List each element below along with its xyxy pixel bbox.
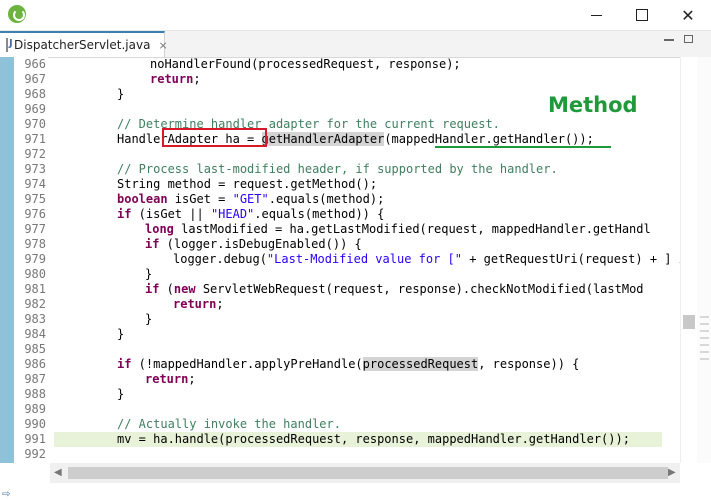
- title-bar: ✕: [0, 0, 711, 31]
- code-line[interactable]: }: [117, 327, 124, 342]
- minimize-button[interactable]: [573, 0, 619, 30]
- spring-leaf-icon: [8, 5, 26, 23]
- line-number: 968: [24, 87, 46, 101]
- horizontal-scrollbar[interactable]: ◀ ▶: [50, 463, 680, 483]
- overview-marker[interactable]: [700, 316, 709, 318]
- line-number: 967: [24, 72, 46, 86]
- code-line[interactable]: if (isGet || "HEAD".equals(method)) {: [117, 207, 384, 222]
- line-number: 975: [24, 192, 46, 206]
- type-highlight-box: [162, 128, 267, 147]
- code-line[interactable]: }: [117, 87, 124, 102]
- overview-marker[interactable]: [700, 323, 709, 325]
- code-line[interactable]: long lastModified = ha.getLastModified(r…: [145, 222, 651, 237]
- overview-marker[interactable]: [700, 337, 709, 339]
- maximize-button[interactable]: [619, 0, 665, 30]
- code-line[interactable]: return;: [173, 297, 224, 312]
- line-number: 977: [24, 222, 46, 236]
- overview-ruler[interactable]: [697, 57, 711, 463]
- minimize-icon: [590, 14, 602, 16]
- vertical-scroll-thumb[interactable]: [683, 315, 695, 329]
- vertical-scrollbar[interactable]: [680, 57, 697, 463]
- code-line[interactable]: mv = ha.handle(processedRequest, respons…: [117, 432, 630, 447]
- line-number: 966: [24, 57, 46, 71]
- code-line[interactable]: }: [145, 267, 152, 282]
- line-number: 976: [24, 207, 46, 221]
- code-line[interactable]: boolean isGet = "GET".equals(method);: [117, 192, 384, 207]
- code-line[interactable]: return;: [145, 372, 196, 387]
- overview-marker[interactable]: [700, 330, 709, 332]
- line-number: 969: [24, 102, 46, 116]
- line-number: 981: [24, 282, 46, 296]
- code-line[interactable]: String method = request.getMethod();: [117, 177, 377, 192]
- line-number: 989: [24, 402, 46, 416]
- code-line[interactable]: }: [145, 312, 152, 327]
- overview-marker[interactable]: [700, 344, 709, 346]
- line-number: 972: [24, 147, 46, 161]
- scroll-right-icon[interactable]: ▶: [668, 467, 676, 478]
- line-number: 970: [24, 117, 46, 131]
- code-area[interactable]: noHandlerFound(processedRequest, respons…: [50, 57, 680, 463]
- line-number: 983: [24, 312, 46, 326]
- line-number: 986: [24, 357, 46, 371]
- scroll-left-icon[interactable]: ◀: [54, 467, 62, 478]
- line-number: 987: [24, 372, 46, 386]
- line-number: 992: [24, 447, 46, 461]
- editor-tab-bar: DispatcherServlet.java ⨯: [0, 31, 711, 58]
- line-number: 982: [24, 297, 46, 311]
- code-line[interactable]: // Actually invoke the handler.: [117, 417, 341, 432]
- debug-pointer-icon: ⇨: [2, 489, 11, 500]
- annotation-ruler: [0, 57, 14, 463]
- panel-minimize-icon[interactable]: [664, 39, 674, 41]
- close-button[interactable]: ✕: [665, 0, 711, 30]
- overview-marker[interactable]: [700, 351, 709, 353]
- code-line[interactable]: }: [117, 387, 124, 402]
- method-underline: [435, 146, 611, 148]
- code-line[interactable]: // Process last-modified header, if supp…: [117, 162, 558, 177]
- line-number: 971: [24, 132, 46, 146]
- code-line[interactable]: if (logger.isDebugEnabled()) {: [145, 237, 362, 252]
- java-file-icon: [6, 38, 13, 52]
- code-editor[interactable]: 966 967 968 969 970 971 972 973 974 975 976 977 978 9…: [0, 57, 711, 500]
- code-line[interactable]: noHandlerFound(processedRequest, respons…: [150, 57, 461, 72]
- close-icon: ✕: [681, 5, 695, 25]
- line-number: 979: [24, 252, 46, 266]
- overview-marker[interactable]: [700, 358, 709, 360]
- method-annotation-label: Method: [548, 93, 638, 117]
- line-number: 978: [24, 237, 46, 251]
- line-number: 985: [24, 342, 46, 356]
- tab-dispatcherservlet[interactable]: DispatcherServlet.java ⨯: [0, 31, 168, 57]
- code-line[interactable]: if (new ServletWebRequest(request, respo…: [145, 282, 644, 297]
- tab-close-icon[interactable]: ⨯: [158, 39, 167, 52]
- line-number: 980: [24, 267, 46, 281]
- line-number: 990: [24, 417, 46, 431]
- code-line[interactable]: return;: [150, 72, 201, 87]
- horizontal-scroll-thumb[interactable]: [68, 467, 668, 479]
- code-line[interactable]: logger.debug("Last-Modified value for ["…: [173, 252, 680, 267]
- tab-label: DispatcherServlet.java: [14, 38, 151, 52]
- line-number: 973: [24, 162, 46, 176]
- line-numbers: 966 967 968 969 970 971 972 973 974 975 976 977 978 9…: [14, 57, 48, 463]
- line-number: 991: [24, 432, 46, 446]
- maximize-icon: [636, 9, 648, 21]
- panel-maximize-icon[interactable]: [684, 35, 693, 43]
- line-number: 988: [24, 387, 46, 401]
- code-line[interactable]: if (!mappedHandler.applyPreHandle(proces…: [117, 357, 579, 372]
- line-number: 974: [24, 177, 46, 191]
- line-number: 984: [24, 327, 46, 341]
